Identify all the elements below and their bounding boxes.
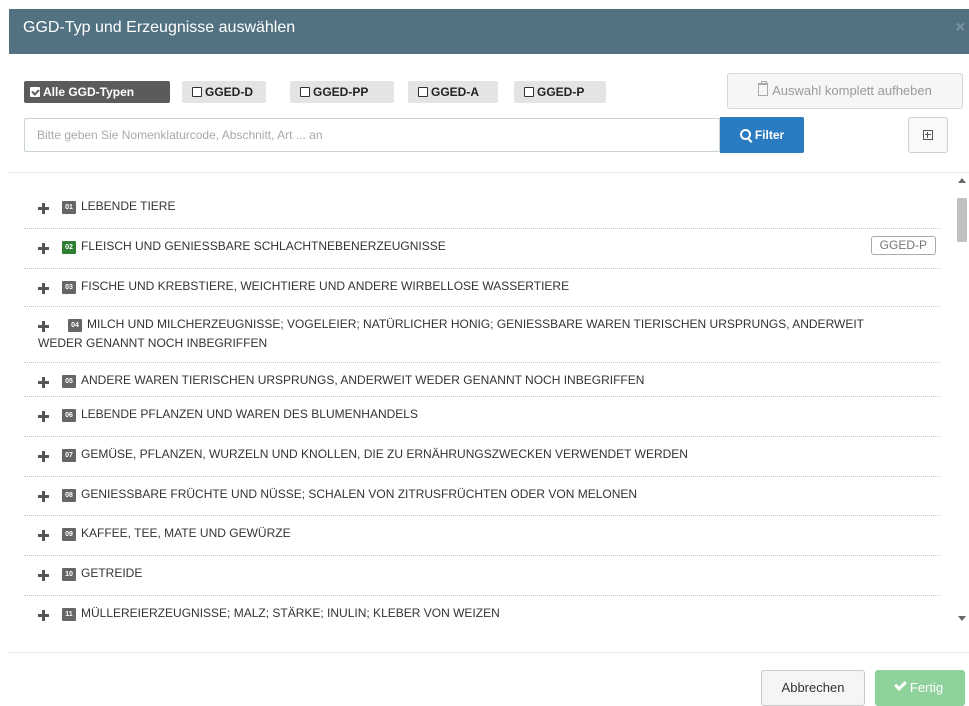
item-label: GEMÜSE, PFLANZEN, WURZELN UND KNOLLEN, D… bbox=[81, 447, 688, 461]
item-label: FLEISCH UND GENIESSBARE SCHLACHTNEBENERZ… bbox=[81, 239, 446, 253]
expand-plus-icon[interactable] bbox=[38, 203, 49, 214]
divider bbox=[9, 172, 969, 173]
chapter-code-badge: 08 bbox=[62, 489, 76, 502]
search-input[interactable] bbox=[24, 118, 720, 152]
item-label: GENIESSBARE FRÜCHTE UND NÜSSE; SCHALEN V… bbox=[81, 487, 638, 501]
expand-all-button[interactable] bbox=[908, 117, 948, 153]
item-label: ANDERE WAREN TIERISCHEN URSPRUNGS, ANDER… bbox=[81, 373, 645, 387]
chapter-code-badge: 11 bbox=[62, 608, 76, 621]
list-item[interactable]: 02 FLEISCH UND GENIESSBARE SCHLACHTNEBENE… bbox=[24, 229, 940, 269]
list-item[interactable]: 09 KAFFEE, TEE, MATE UND GEWÜRZE bbox=[24, 516, 940, 556]
search-icon bbox=[739, 129, 751, 140]
clear-selection-button[interactable]: Auswahl komplett aufheben bbox=[727, 73, 963, 109]
list-item[interactable]: 01 LEBENDE TIERE bbox=[24, 189, 940, 229]
chip-gged-p[interactable]: GGED-P bbox=[514, 81, 606, 103]
list-item[interactable]: 06 LEBENDE PFLANZEN UND WAREN DES BLUMENH… bbox=[24, 397, 940, 437]
divider bbox=[9, 652, 969, 653]
search-box bbox=[24, 118, 720, 152]
chip-gged-a[interactable]: GGED-A bbox=[408, 81, 498, 103]
trash-icon bbox=[758, 81, 769, 96]
checkbox-checked-icon bbox=[30, 87, 40, 97]
chip-label: GGED-D bbox=[205, 85, 253, 99]
expand-plus-icon[interactable] bbox=[38, 411, 49, 422]
chapter-code-badge: 03 bbox=[62, 281, 76, 294]
scroll-up-arrow-icon[interactable] bbox=[958, 178, 966, 183]
item-label: MILCH UND MILCHERZEUGNISSE; VOGELEIER; N… bbox=[38, 317, 864, 350]
chip-label: GGED-PP bbox=[313, 85, 369, 99]
chapter-code-badge: 10 bbox=[62, 568, 76, 581]
expand-plus-icon[interactable] bbox=[38, 321, 49, 332]
list-item[interactable]: 10 GETREIDE bbox=[24, 556, 940, 596]
expand-plus-icon[interactable] bbox=[38, 283, 49, 294]
item-label: GETREIDE bbox=[81, 566, 143, 580]
item-label: LEBENDE TIERE bbox=[81, 199, 176, 213]
cancel-button[interactable]: Abbrechen bbox=[761, 670, 865, 706]
filter-button[interactable]: Filter bbox=[720, 117, 804, 153]
modal-header: GGD-Typ und Erzeugnisse auswählen × bbox=[9, 9, 969, 54]
chip-label: GGED-P bbox=[537, 85, 585, 99]
chapter-code-badge: 09 bbox=[62, 528, 76, 541]
plus-square-icon bbox=[923, 130, 933, 140]
chapter-code-badge: 07 bbox=[62, 449, 76, 462]
scroll-down-arrow-icon[interactable] bbox=[958, 616, 966, 621]
list-item[interactable]: 05 ANDERE WAREN TIERISCHEN URSPRUNGS, AND… bbox=[24, 363, 940, 397]
list-scrollbar[interactable] bbox=[955, 176, 969, 624]
expand-plus-icon[interactable] bbox=[38, 451, 49, 462]
item-label: MÜLLEREIERZEUGNISSE; MALZ; STÄRKE; INULI… bbox=[81, 606, 500, 620]
product-list: 01 LEBENDE TIERE 02 FLEISCH UND GENIESSBAR… bbox=[24, 189, 940, 634]
chip-gged-pp[interactable]: GGED-PP bbox=[290, 81, 394, 103]
close-icon[interactable]: × bbox=[956, 19, 965, 37]
checkbox-icon bbox=[192, 87, 202, 97]
item-label: FISCHE UND KREBSTIERE, WEICHTIERE UND AN… bbox=[81, 279, 570, 293]
filter-label: Filter bbox=[754, 128, 785, 142]
done-button[interactable]: Fertig bbox=[875, 670, 965, 706]
expand-plus-icon[interactable] bbox=[38, 570, 49, 581]
chapter-code-badge: 01 bbox=[62, 201, 76, 214]
expand-plus-icon[interactable] bbox=[38, 491, 49, 502]
checkbox-icon bbox=[418, 87, 428, 97]
chip-label: Alle GGD-Typen bbox=[43, 85, 135, 99]
checkbox-icon bbox=[300, 87, 310, 97]
list-item[interactable]: 08 GENIESSBARE FRÜCHTE UND NÜSSE; SCHALEN… bbox=[24, 477, 940, 516]
list-item[interactable]: 11 MÜLLEREIERZEUGNISSE; MALZ; STÄRKE; INU… bbox=[24, 596, 940, 634]
ggd-type-tag: GGED-P bbox=[870, 236, 936, 255]
chapter-code-badge: 04 bbox=[68, 319, 82, 332]
checkbox-icon bbox=[524, 87, 534, 97]
modal-title: GGD-Typ und Erzeugnisse auswählen bbox=[23, 19, 296, 36]
scroll-thumb[interactable] bbox=[957, 198, 967, 242]
expand-plus-icon[interactable] bbox=[38, 243, 49, 254]
list-item[interactable]: 07 GEMÜSE, PFLANZEN, WURZELN UND KNOLLEN,… bbox=[24, 437, 940, 477]
chip-label: GGED-A bbox=[431, 85, 479, 99]
check-icon bbox=[894, 678, 907, 691]
expand-plus-icon[interactable] bbox=[38, 610, 49, 621]
expand-plus-icon[interactable] bbox=[38, 377, 49, 388]
clear-selection-label: Auswahl komplett aufheben bbox=[772, 83, 932, 98]
item-label: LEBENDE PFLANZEN UND WAREN DES BLUMENHAN… bbox=[81, 407, 418, 421]
expand-plus-icon[interactable] bbox=[38, 530, 49, 541]
done-label: Fertig bbox=[909, 680, 944, 695]
chapter-code-badge: 05 bbox=[62, 375, 76, 388]
list-item[interactable]: 04 MILCH UND MILCHERZEUGNISSE; VOGELEIER;… bbox=[24, 307, 940, 363]
chapter-code-badge: 02 bbox=[62, 241, 76, 254]
item-label: KAFFEE, TEE, MATE UND GEWÜRZE bbox=[81, 526, 291, 540]
chip-all-ggd-types[interactable]: Alle GGD-Typen bbox=[24, 81, 170, 103]
chapter-code-badge: 06 bbox=[62, 409, 76, 422]
chip-gged-d[interactable]: GGED-D bbox=[182, 81, 266, 103]
list-item[interactable]: 03 FISCHE UND KREBSTIERE, WEICHTIERE UND … bbox=[24, 269, 940, 307]
